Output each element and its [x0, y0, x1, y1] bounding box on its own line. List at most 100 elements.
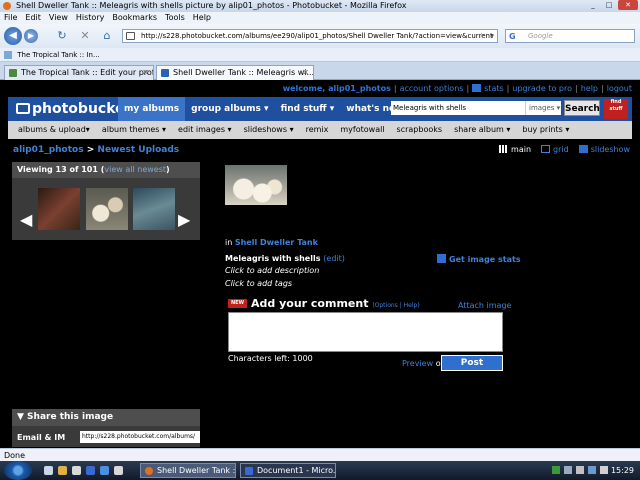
post-button[interactable]: Post — [441, 355, 503, 371]
forward-button[interactable]: ▶ — [24, 29, 38, 43]
subnav-remix[interactable]: remix — [300, 121, 335, 139]
bookmark-item[interactable]: The Tropical Tank :: In... — [17, 51, 99, 59]
maximize-button[interactable]: □ — [602, 0, 616, 10]
thumbnail-next[interactable] — [133, 188, 175, 230]
volume-icon[interactable] — [576, 466, 584, 474]
window-title-bar: Shell Dweller Tank :: Meleagris with she… — [0, 0, 640, 12]
share-panel: ▼ Share this image Email & IM http://s22… — [12, 409, 200, 447]
minimize-button[interactable]: _ — [586, 0, 600, 10]
menu-file[interactable]: File — [4, 12, 17, 24]
view-grid-label: grid — [553, 145, 569, 154]
comment-options-link[interactable]: (Options | Help) — [372, 302, 419, 309]
next-arrow-icon[interactable]: ▶ — [178, 210, 190, 229]
menu-bookmarks[interactable]: Bookmarks — [112, 12, 157, 24]
thumbnail-current[interactable] — [86, 188, 128, 230]
menu-help[interactable]: Help — [193, 12, 211, 24]
add-tags-link[interactable]: Click to add tags — [225, 279, 292, 288]
tray-icon[interactable] — [588, 466, 596, 474]
word-icon — [245, 467, 253, 475]
view-main[interactable]: main — [499, 145, 531, 154]
back-button[interactable]: ◀ — [4, 27, 22, 45]
upgrade-link[interactable]: upgrade to pro — [512, 84, 572, 93]
tray-icon[interactable] — [600, 466, 608, 474]
nav-find-stuff[interactable]: find stuff ▾ — [275, 97, 341, 121]
subnav-album-themes[interactable]: album themes ▾ — [96, 121, 172, 139]
tab-shell-dweller[interactable]: Shell Dweller Tank :: Meleagris wi... ✕ — [156, 65, 314, 80]
tab-edit-profile[interactable]: The Tropical Tank :: Edit your profile ✕ — [4, 65, 154, 80]
new-badge: NEW — [228, 299, 247, 308]
close-tab-icon[interactable]: ✕ — [302, 66, 309, 80]
attach-image-link[interactable]: Attach image — [458, 301, 511, 310]
breadcrumb-page[interactable]: Newest Uploads — [97, 145, 179, 155]
tab-label: The Tropical Tank :: Edit your profile — [21, 68, 154, 77]
site-search-input[interactable]: Meleagris with shells images ▾ — [391, 101, 561, 115]
thumbnail-previous[interactable] — [38, 188, 80, 230]
reload-icon[interactable]: ↻ — [55, 29, 69, 43]
subnav-myfotowall[interactable]: myfotowall — [334, 121, 390, 139]
nav-group-albums[interactable]: group albums ▾ — [185, 97, 274, 121]
help-link[interactable]: help — [581, 84, 598, 93]
taskbar-firefox[interactable]: Shell Dweller Tank ::... — [140, 463, 236, 478]
viewer-count: Viewing 13 of 101 — [17, 165, 98, 174]
image-stats-link[interactable]: Get image stats — [437, 254, 521, 264]
photobucket-logo[interactable]: photobucket — [16, 101, 131, 117]
view-grid[interactable]: grid — [541, 145, 569, 154]
comment-textarea[interactable] — [228, 312, 503, 352]
email-im-field[interactable]: http://s228.photobucket.com/albums/ — [80, 431, 200, 443]
menu-history[interactable]: History — [76, 12, 104, 24]
start-button[interactable] — [4, 461, 32, 480]
edit-title-link[interactable]: (edit) — [323, 254, 345, 263]
subnav-edit-images[interactable]: edit images ▾ — [172, 121, 238, 139]
taskbar-word[interactable]: Document1 - Micro... — [240, 463, 336, 478]
subnav-share-album[interactable]: share album ▾ — [448, 121, 516, 139]
menu-edit[interactable]: Edit — [25, 12, 41, 24]
tab-label: Shell Dweller Tank :: Meleagris wi... — [173, 68, 314, 77]
preview-link[interactable]: Preview — [402, 359, 433, 368]
search-scope-select[interactable]: images ▾ — [525, 101, 561, 115]
menu-view[interactable]: View — [49, 12, 68, 24]
quick-launch-icon[interactable] — [114, 466, 123, 475]
home-icon[interactable]: ⌂ — [100, 29, 114, 43]
close-tab-icon[interactable]: ✕ — [142, 66, 149, 80]
subnav-slideshows[interactable]: slideshows ▾ — [238, 121, 300, 139]
url-bar[interactable]: http://s228.photobucket.com/albums/ee290… — [122, 29, 498, 43]
search-placeholder: Google — [528, 32, 553, 40]
camera-icon — [16, 103, 30, 114]
search-input[interactable]: G Google — [505, 29, 635, 43]
view-slideshow[interactable]: slideshow — [578, 145, 630, 154]
clock[interactable]: 15:29 — [611, 461, 634, 480]
thumbnail-viewer: Viewing 13 of 101 (view all newest) ◀ ▶ — [12, 162, 200, 240]
find-stuff-badge[interactable]: find stuff — [604, 99, 628, 119]
view-all-newest-link[interactable]: view all newest — [104, 165, 166, 174]
main-photo[interactable] — [225, 165, 287, 205]
subnav-scrapbooks[interactable]: scrapbooks — [391, 121, 449, 139]
network-icon[interactable] — [564, 466, 572, 474]
internet-explorer-icon[interactable] — [100, 466, 109, 475]
quick-launch-icon[interactable] — [72, 466, 81, 475]
url-dropdown-icon[interactable]: ▾ — [490, 30, 494, 42]
word-icon[interactable] — [86, 466, 95, 475]
previous-arrow-icon[interactable]: ◀ — [20, 210, 32, 229]
add-description-link[interactable]: Click to add description — [225, 266, 319, 275]
menu-tools[interactable]: Tools — [165, 12, 185, 24]
logout-link[interactable]: logout — [607, 84, 632, 93]
signal-icon[interactable] — [552, 466, 560, 474]
subnav-albums-upload[interactable]: albums & upload▾ — [12, 121, 96, 139]
email-im-label: Email & IM — [17, 433, 66, 442]
bookmarks-toolbar: The Tropical Tank :: In... — [0, 48, 640, 62]
share-heading[interactable]: ▼ Share this image — [12, 409, 200, 426]
stats-link[interactable]: stats — [484, 84, 504, 93]
breadcrumb-user[interactable]: alip01_photos — [13, 145, 84, 155]
close-window-button[interactable]: ✕ — [618, 0, 638, 10]
search-button[interactable]: Search — [564, 100, 600, 116]
site-header: photobucket my albums group albums ▾ fin… — [8, 97, 632, 121]
album-link[interactable]: Shell Dweller Tank — [235, 238, 318, 247]
account-options-link[interactable]: account options — [400, 84, 464, 93]
folder-icon[interactable] — [58, 466, 67, 475]
stop-icon[interactable]: ✕ — [78, 29, 92, 43]
nav-my-albums[interactable]: my albums — [118, 97, 186, 121]
google-icon[interactable]: G — [509, 31, 516, 43]
show-desktop-icon[interactable] — [44, 466, 53, 475]
bookmark-star-icon[interactable]: ☆ — [478, 30, 485, 42]
subnav-buy-prints[interactable]: buy prints ▾ — [516, 121, 575, 139]
